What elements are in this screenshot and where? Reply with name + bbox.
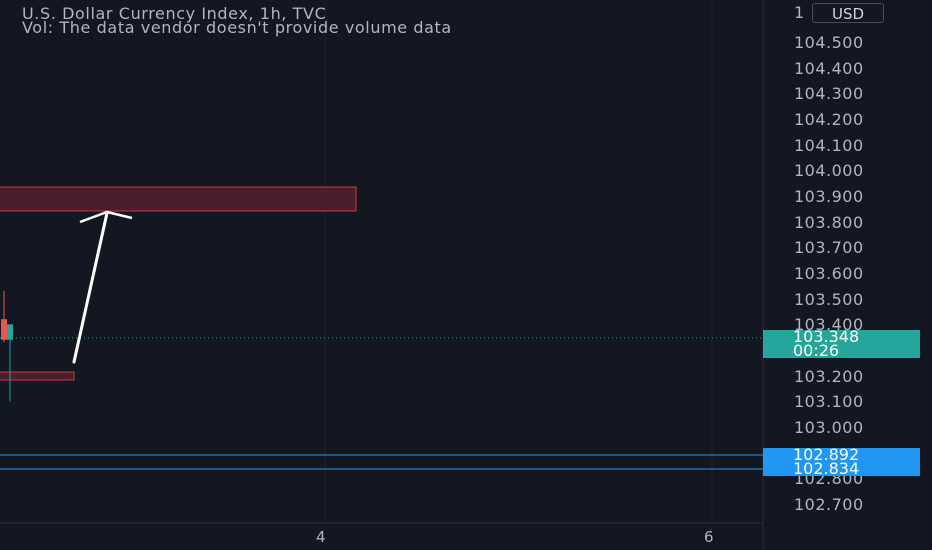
horizontal-line-lower-tag: 102.834 xyxy=(763,461,920,477)
price-axis-tick-label: 103.700 xyxy=(794,238,864,258)
time-axis-label: 4 xyxy=(316,528,326,546)
supply-zone-rectangle[interactable] xyxy=(0,186,357,212)
price-axis-tick-label: 103.100 xyxy=(794,392,864,412)
price-axis-tick-label: 103.600 xyxy=(794,263,864,283)
bar-countdown: 00:26 xyxy=(793,341,840,360)
price-axis-tick-label: 104.200 xyxy=(794,109,864,129)
last-price-tag: 103.348 00:26 xyxy=(763,329,920,360)
candle-body xyxy=(1,319,7,340)
chart-area[interactable]: U.S. Dollar Currency Index, 1h, TVC Vol:… xyxy=(0,0,932,550)
price-axis-tick-label: 104.300 xyxy=(794,84,864,104)
price-axis-tick-label: 102.700 xyxy=(794,495,864,514)
demand-zone-rectangle[interactable] xyxy=(0,371,75,381)
price-axis-partial-label: 1 xyxy=(794,3,805,22)
price-axis-tick-label: 104.500 xyxy=(794,32,864,52)
price-axis-tick-label: 104.000 xyxy=(794,161,864,181)
candle-body xyxy=(7,324,13,340)
price-axis-tick-label: 103.000 xyxy=(794,418,864,437)
price-axis-tick-label: 104.400 xyxy=(794,58,864,78)
price-axis-tick-label: 103.800 xyxy=(794,212,864,232)
price-axis-tick-label: 103.500 xyxy=(794,289,864,309)
volume-note: Vol: The data vendor doesn't provide vol… xyxy=(22,18,452,37)
price-axis-tick-label: 104.100 xyxy=(794,135,864,155)
price-axis-tick-label: 103.900 xyxy=(794,186,864,206)
currency-button[interactable]: USD xyxy=(812,3,884,23)
time-axis-label: 6 xyxy=(704,528,714,546)
price-axis-tick-label: 103.200 xyxy=(794,366,864,386)
